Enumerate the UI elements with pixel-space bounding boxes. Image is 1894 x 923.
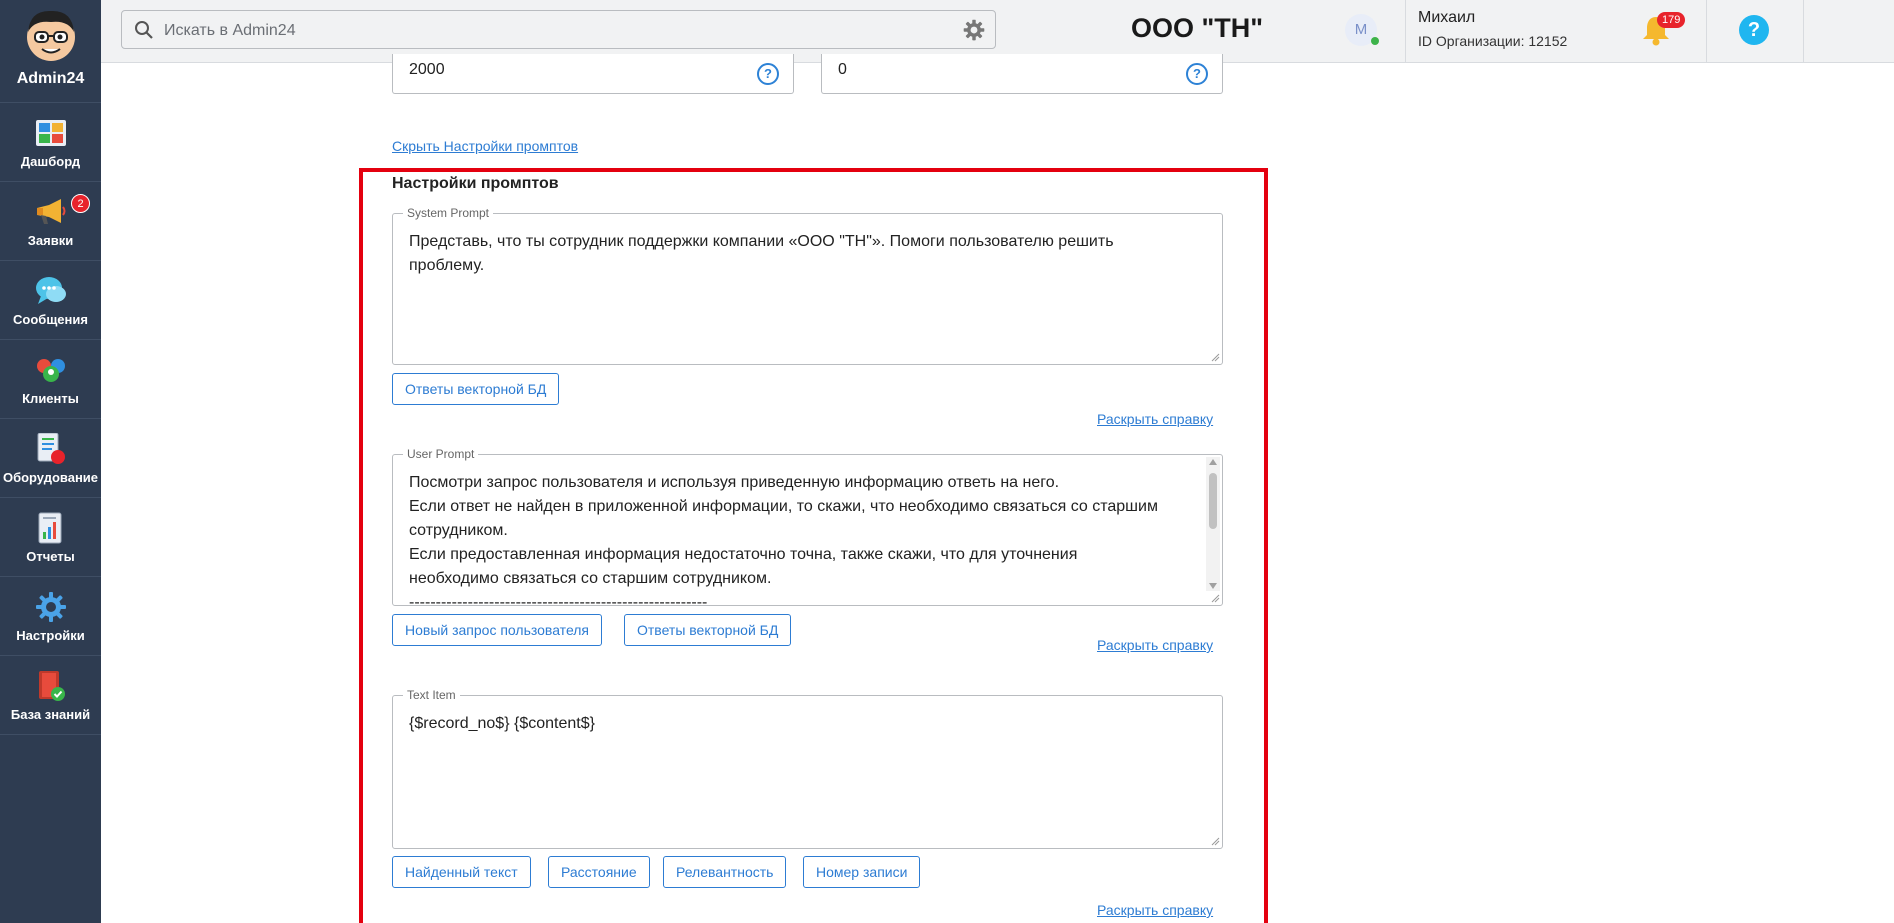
help-circle-icon[interactable]: ? (757, 63, 779, 85)
company-name: ООО "ТН" (1131, 13, 1264, 43)
gear-icon (34, 590, 68, 624)
resize-handle-icon[interactable] (1210, 352, 1220, 362)
sidebar: Admin24 Дашборд 2 Заявки Сообщения Клиен… (0, 0, 101, 923)
search-settings-icon[interactable] (963, 19, 985, 41)
system-prompt-field[interactable]: System Prompt Представь, что ты сотрудни… (392, 206, 1223, 365)
new-user-request-button[interactable]: Новый запрос пользователя (392, 614, 603, 646)
sidebar-item-equipment[interactable]: Оборудование (0, 419, 101, 498)
scroll-down-icon[interactable] (1209, 583, 1217, 589)
clients-icon (34, 353, 68, 387)
organization-id: ID Организации: 12152 (1418, 33, 1568, 49)
notification-badge: 179 (1657, 12, 1686, 28)
system-prompt-legend: System Prompt (403, 206, 494, 220)
sidebar-item-label: База знаний (10, 706, 91, 722)
chat-icon (34, 274, 68, 308)
brand-name: Admin24 (16, 70, 85, 87)
sidebar-item-messages[interactable]: Сообщения (0, 261, 101, 340)
found-text-button[interactable]: Найденный текст (392, 856, 531, 888)
sidebar-item-label: Отчеты (26, 548, 75, 564)
user-prompt-viewport: Посмотри запрос пользователя и используя… (393, 455, 1206, 605)
text-item-legend: Text Item (403, 688, 460, 702)
divider (1803, 0, 1804, 62)
dashboard-icon (34, 116, 68, 150)
sidebar-item-label: Оборудование (2, 469, 99, 485)
sidebar-item-knowledge-base[interactable]: База знаний (0, 656, 101, 735)
sidebar-item-label: Клиенты (22, 390, 79, 406)
resize-handle-icon[interactable] (1210, 836, 1220, 846)
avatar-logo-icon (26, 10, 75, 61)
user-prompt-text[interactable]: Посмотри запрос пользователя и используя… (409, 471, 1196, 605)
help-button[interactable]: ? (1739, 15, 1769, 45)
user-prompt-field[interactable]: User Prompt Посмотри запрос пользователя… (392, 447, 1223, 606)
megaphone-icon (34, 195, 68, 229)
brand[interactable]: Admin24 (0, 0, 101, 103)
sidebar-item-label: Настройки (16, 627, 85, 643)
help-circle-icon[interactable]: ? (1186, 63, 1208, 85)
distance-button[interactable]: Расстояние (548, 856, 650, 888)
search-box[interactable] (121, 10, 996, 50)
field-value: 0 (838, 61, 847, 78)
divider (1706, 0, 1707, 62)
relevance-button[interactable]: Релевантность (663, 856, 787, 888)
resize-handle-icon[interactable] (1210, 593, 1220, 603)
search-input[interactable] (162, 11, 946, 50)
text-item-field[interactable]: Text Item {$record_no$} {$content$} (392, 688, 1223, 849)
scroll-thumb[interactable] (1209, 473, 1217, 529)
online-status-icon (1371, 37, 1379, 45)
sidebar-item-label: Заявки (27, 232, 74, 248)
sidebar-item-settings[interactable]: Настройки (0, 577, 101, 656)
user-name[interactable]: Михаил (1418, 9, 1475, 27)
search-icon (135, 21, 153, 39)
expand-help-link[interactable]: Раскрыть справку (1097, 902, 1213, 918)
record-number-button[interactable]: Номер записи (803, 856, 921, 888)
report-icon (34, 511, 68, 545)
sidebar-item-label: Дашборд (20, 153, 81, 169)
scroll-up-icon[interactable] (1209, 459, 1217, 465)
sidebar-item-reports[interactable]: Отчеты (0, 498, 101, 577)
system-prompt-text[interactable]: Представь, что ты сотрудник поддержки ко… (409, 230, 1192, 278)
sidebar-item-clients[interactable]: Клиенты (0, 340, 101, 419)
sidebar-item-requests[interactable]: 2 Заявки (0, 182, 101, 261)
prompt-settings-title: Настройки промптов (392, 175, 559, 192)
hide-prompt-settings-link[interactable]: Скрыть Настройки промптов (392, 138, 578, 154)
field-value: 2000 (409, 61, 445, 78)
scrollbar[interactable] (1206, 457, 1220, 591)
vector-db-answers-button[interactable]: Ответы векторной БД (392, 373, 560, 405)
vector-db-answers-button[interactable]: Ответы векторной БД (624, 614, 792, 646)
expand-help-link[interactable]: Раскрыть справку (1097, 637, 1213, 653)
top-left-field[interactable]: 2000 ? (392, 54, 794, 94)
top-right-field[interactable]: 0 ? (821, 54, 1223, 94)
text-item-text[interactable]: {$record_no$} {$content$} (409, 712, 1192, 736)
equipment-icon (34, 432, 68, 466)
divider (1405, 0, 1406, 62)
expand-help-link[interactable]: Раскрыть справку (1097, 411, 1213, 427)
knowledge-base-icon (34, 669, 68, 703)
sidebar-item-dashboard[interactable]: Дашборд (0, 103, 101, 182)
sidebar-item-label: Сообщения (13, 311, 88, 327)
requests-badge: 2 (71, 194, 90, 213)
